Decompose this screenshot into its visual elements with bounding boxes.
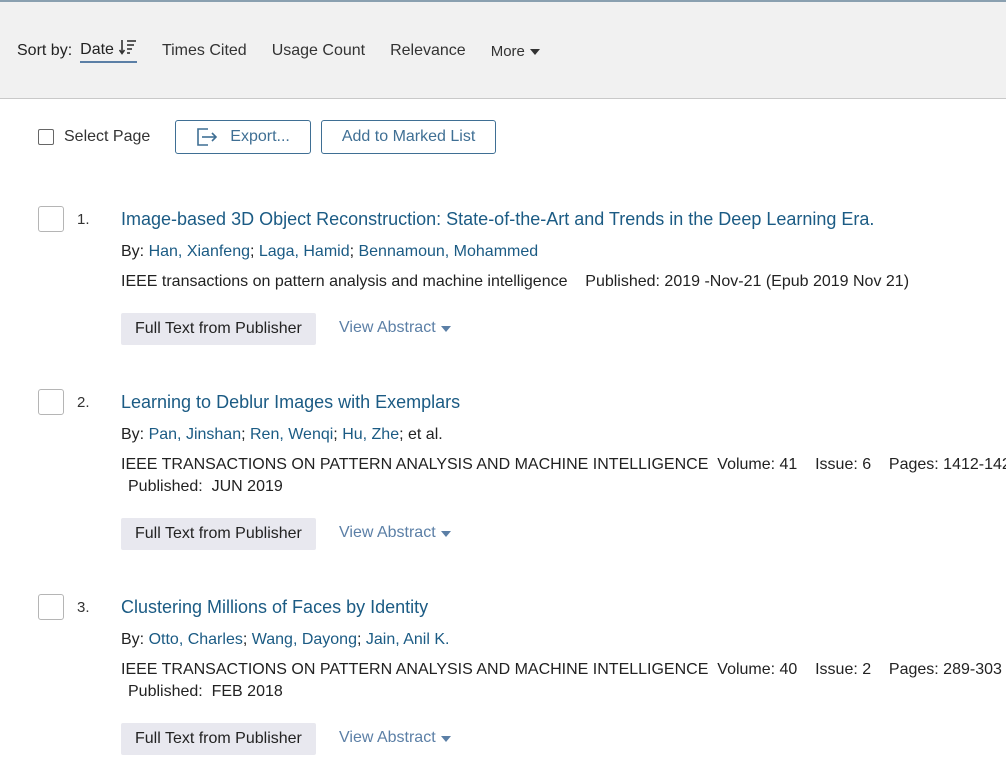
sort-row: Sort by: Date Times Cited Usage Count Re… bbox=[17, 39, 540, 63]
source-line: IEEE transactions on pattern analysis an… bbox=[121, 273, 910, 290]
view-abstract-label: View Abstract bbox=[339, 524, 436, 541]
record-checkbox[interactable] bbox=[38, 389, 64, 415]
add-to-marked-list-label: Add to Marked List bbox=[341, 128, 476, 145]
by-label: By: bbox=[121, 631, 145, 648]
author-link[interactable]: Hu, Zhe bbox=[342, 426, 399, 443]
select-page-checkbox[interactable] bbox=[38, 129, 54, 145]
caret-down-icon bbox=[440, 736, 451, 742]
export-button[interactable]: Export... bbox=[175, 120, 311, 154]
select-page-label: Select Page bbox=[64, 128, 151, 145]
caret-down-icon bbox=[529, 49, 540, 55]
record-checkbox[interactable] bbox=[38, 206, 64, 232]
record-source: IEEE TRANSACTIONS ON PATTERN ANALYSIS AN… bbox=[121, 454, 1006, 498]
published-line: Published: JUN 2019 bbox=[128, 478, 283, 495]
sort-option-date[interactable]: Date bbox=[80, 39, 137, 63]
full-text-button[interactable]: Full Text from Publisher bbox=[121, 518, 316, 550]
full-text-button[interactable]: Full Text from Publisher bbox=[121, 313, 316, 345]
record-title-link[interactable]: Learning to Deblur Images with Exemplars bbox=[121, 392, 460, 413]
author-link[interactable]: Ren, Wenqi bbox=[250, 426, 333, 443]
caret-down-icon bbox=[440, 531, 451, 537]
record-authors: By: Otto, Charles; Wang, Dayong; Jain, A… bbox=[121, 631, 450, 648]
sort-label: Sort by: bbox=[17, 42, 73, 59]
results-toolbar: Select Page Export... Add to Marked List bbox=[38, 120, 506, 154]
record-title-link[interactable]: Clustering Millions of Faces by Identity bbox=[121, 597, 428, 618]
sort-option-relevance[interactable]: Relevance bbox=[390, 42, 466, 60]
view-abstract-label: View Abstract bbox=[339, 319, 436, 336]
author-link[interactable]: Han, Xianfeng bbox=[149, 243, 250, 260]
source-line: IEEE TRANSACTIONS ON PATTERN ANALYSIS AN… bbox=[121, 456, 1006, 473]
author-link[interactable]: Pan, Jinshan bbox=[149, 426, 242, 443]
sort-option-date-label: Date bbox=[80, 40, 114, 58]
caret-down-icon bbox=[440, 326, 451, 332]
author-link[interactable]: Otto, Charles bbox=[149, 631, 243, 648]
view-abstract-toggle[interactable]: View Abstract bbox=[339, 524, 451, 542]
record-source: IEEE transactions on pattern analysis an… bbox=[121, 271, 909, 293]
source-line: IEEE TRANSACTIONS ON PATTERN ANALYSIS AN… bbox=[121, 661, 1002, 678]
export-label: Export... bbox=[230, 128, 290, 145]
export-icon bbox=[197, 128, 218, 146]
record-authors: By: Han, Xianfeng; Laga, Hamid; Bennamou… bbox=[121, 243, 539, 260]
view-abstract-toggle[interactable]: View Abstract bbox=[339, 729, 451, 747]
record-authors: By: Pan, Jinshan; Ren, Wenqi; Hu, Zhe; e… bbox=[121, 426, 443, 443]
record-number: 1. bbox=[77, 211, 90, 228]
author-link[interactable]: Bennamoun, Mohammed bbox=[358, 243, 538, 260]
sort-bar: Sort by: Date Times Cited Usage Count Re… bbox=[0, 0, 1006, 99]
record-title-link[interactable]: Image-based 3D Object Reconstruction: St… bbox=[121, 209, 874, 230]
sort-more-label: More bbox=[490, 42, 525, 60]
published-line: Published: FEB 2018 bbox=[128, 683, 283, 700]
record-source: IEEE TRANSACTIONS ON PATTERN ANALYSIS AN… bbox=[121, 659, 1002, 703]
add-to-marked-list-button[interactable]: Add to Marked List bbox=[320, 120, 497, 154]
record-number: 2. bbox=[77, 394, 90, 411]
author-link[interactable]: Jain, Anil K. bbox=[366, 631, 450, 648]
author-link[interactable]: Wang, Dayong bbox=[252, 631, 357, 648]
view-abstract-toggle[interactable]: View Abstract bbox=[339, 319, 451, 337]
sort-more-dropdown[interactable]: More bbox=[491, 43, 540, 60]
by-label: By: bbox=[121, 243, 145, 260]
author-link[interactable]: Laga, Hamid bbox=[259, 243, 350, 260]
record-number: 3. bbox=[77, 599, 90, 616]
by-label: By: bbox=[121, 426, 145, 443]
record-checkbox[interactable] bbox=[38, 594, 64, 620]
et-al: ; et al. bbox=[399, 426, 443, 443]
sort-option-times-cited[interactable]: Times Cited bbox=[162, 42, 247, 60]
full-text-button[interactable]: Full Text from Publisher bbox=[121, 723, 316, 755]
view-abstract-label: View Abstract bbox=[339, 729, 436, 746]
sort-option-usage-count[interactable]: Usage Count bbox=[272, 42, 365, 60]
sort-descending-icon bbox=[118, 39, 137, 60]
